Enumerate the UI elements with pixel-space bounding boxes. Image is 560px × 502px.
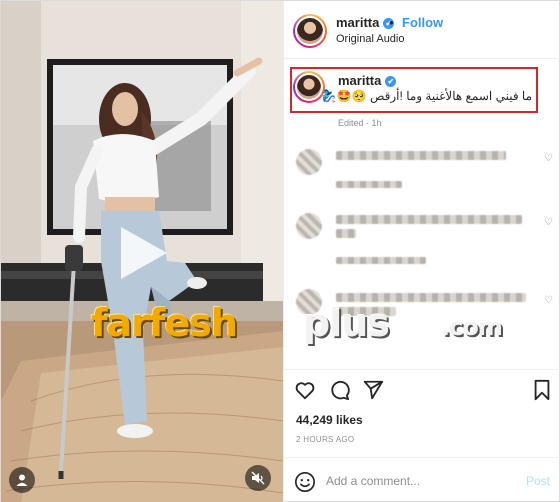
comment-avatar[interactable] <box>296 213 322 239</box>
post-comment-button[interactable]: Post <box>526 474 550 488</box>
comment-item: ♡ <box>284 207 560 267</box>
heart-icon[interactable]: ♡ <box>544 153 553 164</box>
comment-text-blurred <box>336 151 506 160</box>
original-audio-link[interactable]: Original Audio <box>336 33 405 45</box>
instagram-post-view: maritta ✔ • Follow Original Audio maritta… <box>0 0 560 502</box>
caption-tail: أرقص! <box>369 89 403 103</box>
caption-username[interactable]: maritta ✔ <box>338 73 397 88</box>
comment-item: ♡ <box>284 143 560 203</box>
action-bar <box>284 369 560 409</box>
separator-dot: • <box>389 15 394 30</box>
comment-avatar[interactable] <box>296 289 322 315</box>
comment-meta-blurred <box>336 257 426 264</box>
video-media[interactable] <box>1 1 283 502</box>
caption-text: ما فيني اسمع هالأغنية وما أرقص! 🧞‍♀️🤩🥺 <box>322 89 532 103</box>
share-send-icon[interactable] <box>362 379 384 401</box>
emoji-icon[interactable] <box>294 471 316 493</box>
comment-text-blurred <box>336 293 526 302</box>
play-icon[interactable] <box>111 223 171 283</box>
follow-button[interactable]: Follow <box>402 15 443 30</box>
comment-input[interactable] <box>326 470 506 492</box>
comment-text-blurred <box>336 307 396 316</box>
caption-author-avatar[interactable] <box>293 71 325 103</box>
comment-avatar[interactable] <box>296 149 322 175</box>
tagged-user-button[interactable] <box>9 467 35 493</box>
author-username[interactable]: maritta ✔ <box>336 15 395 30</box>
edited-timestamp: Edited · 1h <box>338 118 382 128</box>
comment-composer: Post <box>284 457 560 502</box>
likes-count[interactable]: 44,249 likes <box>296 413 363 427</box>
comment-text-blurred <box>336 215 522 224</box>
post-time: 2 HOURS AGO <box>296 435 355 444</box>
speaker-muted-icon <box>251 471 265 485</box>
comment-item: ♡ <box>284 285 560 345</box>
caption-emojis: 🧞‍♀️🤩🥺 <box>321 89 367 103</box>
mute-button[interactable] <box>245 465 271 491</box>
post-header: maritta ✔ • Follow Original Audio <box>284 1 560 59</box>
comment-bubble-icon[interactable] <box>328 379 350 401</box>
verified-icon: ✔ <box>385 76 397 88</box>
bookmark-icon[interactable] <box>532 379 552 401</box>
user-icon <box>16 474 28 486</box>
comment-text-blurred <box>336 229 356 238</box>
caption-body: ما فيني اسمع هالأغنية وما <box>406 89 532 103</box>
heart-icon[interactable]: ♡ <box>544 217 553 228</box>
post-side-panel: maritta ✔ • Follow Original Audio maritta… <box>283 1 560 502</box>
comment-meta-blurred <box>336 181 402 188</box>
like-heart-icon[interactable] <box>294 379 316 401</box>
author-avatar[interactable] <box>293 14 327 48</box>
heart-icon[interactable]: ♡ <box>544 295 553 306</box>
